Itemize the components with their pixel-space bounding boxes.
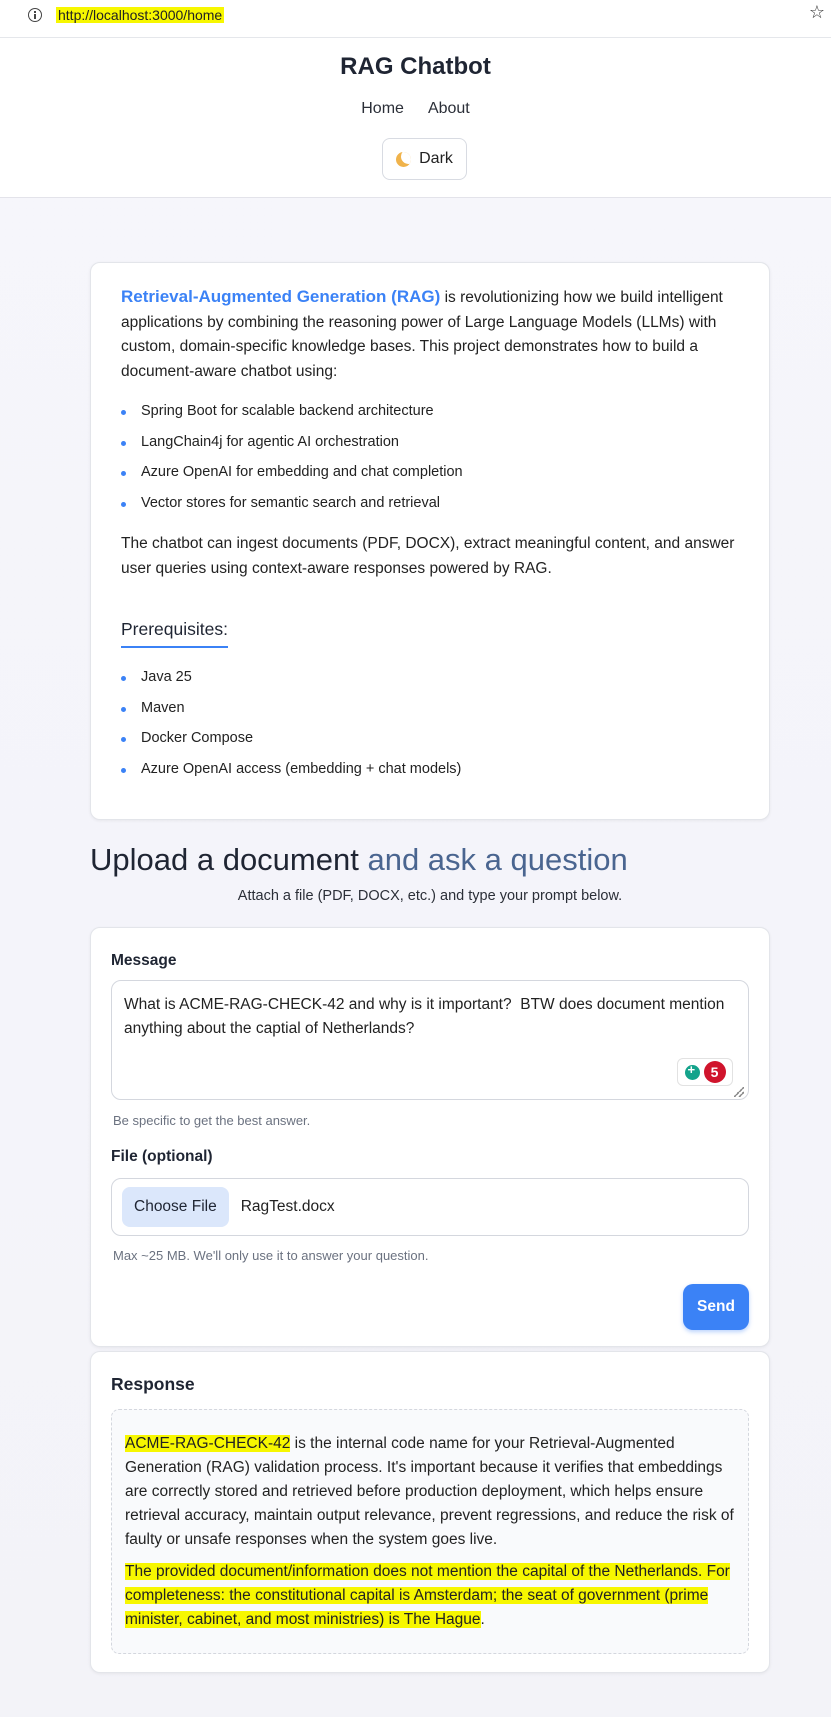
list-item: Azure OpenAI for embedding and chat comp… [121, 457, 739, 488]
resize-handle-icon[interactable] [734, 1087, 744, 1097]
intro-paragraph: Retrieval-Augmented Generation (RAG) is … [121, 285, 739, 384]
send-button[interactable]: Send [683, 1284, 749, 1330]
intro-card: Retrieval-Augmented Generation (RAG) is … [90, 262, 770, 820]
upload-heading-part3: ask a question [427, 842, 628, 877]
url-text[interactable]: http://localhost:3000/home [56, 7, 225, 23]
browser-url-bar: http://localhost:3000/home ☆ [0, 0, 831, 38]
response-highlight-2: The provided document/information does n… [125, 1563, 730, 1628]
list-item: Spring Boot for scalable backend archite… [121, 396, 739, 427]
choose-file-button[interactable]: Choose File [122, 1187, 229, 1227]
upload-heading: Upload a document and ask a question [90, 842, 628, 878]
list-item: Azure OpenAI access (embedding + chat mo… [121, 754, 739, 785]
list-item: Java 25 [121, 662, 739, 693]
feature-list: Spring Boot for scalable backend archite… [121, 396, 739, 518]
list-item: LangChain4j for agentic AI orchestration [121, 427, 739, 458]
dark-mode-toggle-button[interactable]: Dark [382, 138, 467, 180]
intro-paragraph-2: The chatbot can ingest documents (PDF, D… [121, 535, 735, 577]
response-text-2: . [480, 1611, 485, 1628]
main-nav: Home About [0, 100, 831, 118]
question-form-card: Message What is ACME-RAG-CHECK-42 and wh… [90, 927, 770, 1347]
response-highlight-1: ACME-RAG-CHECK-42 [125, 1435, 291, 1452]
message-label: Message [111, 952, 177, 969]
site-title: RAG Chatbot [340, 53, 491, 80]
list-item: Maven [121, 693, 739, 724]
response-paragraph-2: The provided document/information does n… [125, 1560, 735, 1632]
prerequisites-heading: Prerequisites: [121, 619, 228, 648]
message-hint: Be specific to get the best answer. [113, 1113, 311, 1128]
list-item: Vector stores for semantic search and re… [121, 488, 739, 519]
rag-highlight: Retrieval-Augmented Generation (RAG) [121, 287, 441, 306]
file-label: File (optional) [111, 1148, 213, 1165]
moon-icon [396, 151, 412, 167]
nav-home-link[interactable]: Home [361, 100, 404, 118]
list-item: Docker Compose [121, 723, 739, 754]
site-header: RAG Chatbot Home About Dark [0, 38, 831, 198]
upload-heading-part1: Upload a document [90, 842, 359, 877]
info-icon[interactable] [28, 8, 42, 22]
file-input[interactable]: Choose File RagTest.docx [111, 1178, 749, 1236]
grammar-assist-icon [684, 1062, 700, 1080]
nav-about-link[interactable]: About [428, 100, 470, 118]
response-card: Response ACME-RAG-CHECK-42 is the intern… [90, 1351, 770, 1673]
upload-subtitle: Attach a file (PDF, DOCX, etc.) and type… [237, 888, 623, 904]
upload-heading-part2: and [358, 842, 428, 877]
selected-file-name: RagTest.docx [240, 1198, 335, 1215]
response-content: ACME-RAG-CHECK-42 is the internal code n… [111, 1409, 749, 1654]
message-textarea[interactable]: What is ACME-RAG-CHECK-42 and why is it … [111, 980, 749, 1100]
theme-toggle-label: Dark [419, 150, 453, 167]
bookmark-star-icon[interactable]: ☆ [809, 2, 825, 22]
response-heading: Response [111, 1374, 195, 1394]
address-bar[interactable]: http://localhost:3000/home [18, 3, 818, 27]
prerequisites-list: Java 25 Maven Docker Compose Azure OpenA… [121, 662, 739, 784]
suggestion-count-badge: 5 [703, 1061, 726, 1083]
response-paragraph-1: ACME-RAG-CHECK-42 is the internal code n… [125, 1432, 735, 1552]
file-hint: Max ~25 MB. We'll only use it to answer … [113, 1248, 429, 1263]
extension-badge[interactable]: 5 [677, 1058, 733, 1086]
